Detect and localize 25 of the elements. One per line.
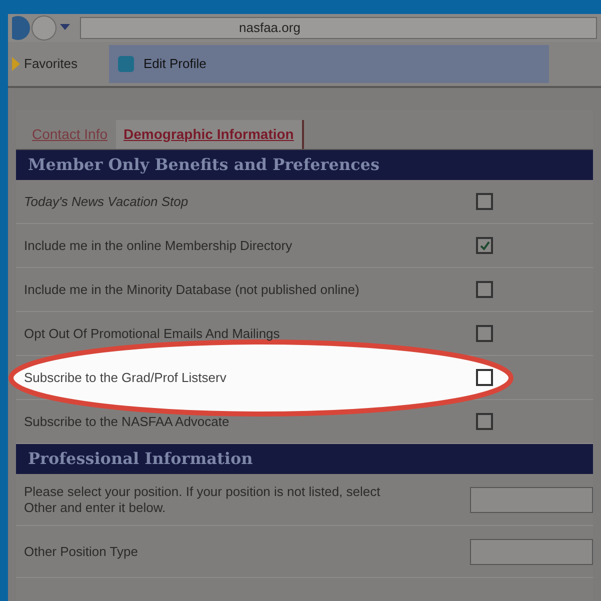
section-header: Professional Information [16,444,593,474]
field-label: Include me in the Minority Database (not published online) [23,282,360,298]
field-label: Today's News Vacation Stop [23,194,190,210]
back-button[interactable] [12,15,72,41]
field-label: Subscribe to the Grad/Prof Listserv [23,370,228,386]
field-label: Please select your position. If your position is not listed, select Other and enter it below. [23,484,382,516]
input-field[interactable] [470,486,593,512]
section-header: Member Only Benefits and Preferences [16,150,593,180]
page-icon [117,55,136,73]
browser-tab[interactable]: Edit Profile [109,45,550,83]
checkbox[interactable] [476,193,493,210]
field-label: Other Position Type [23,544,139,560]
field-label: Subscribe to the NASFAA Advocate [23,414,230,430]
input-field[interactable] [470,538,593,564]
checkbox[interactable] [476,413,493,430]
field-label: Opt Out Of Promotional Emails And Mailings [23,326,281,342]
page-tab[interactable]: Demographic Information [116,120,304,149]
checkbox[interactable] [476,325,493,342]
checkbox[interactable] [476,281,493,298]
field-label: Include me in the online Membership Directory [23,238,294,254]
url-text[interactable]: nasfaa.org [239,18,300,38]
favorites-button[interactable]: Favorites [8,54,94,74]
check-icon [478,240,490,252]
checkbox[interactable] [476,369,493,386]
checkbox[interactable] [476,237,493,254]
